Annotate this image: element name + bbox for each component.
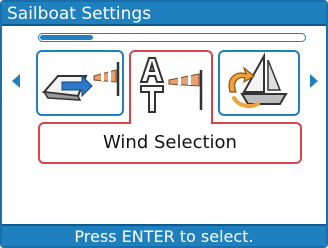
status-hint: Press ENTER to select. — [2, 224, 326, 246]
auto-true-wind-icon — [139, 57, 203, 113]
option-wind-selection[interactable] — [129, 50, 213, 124]
window-title: Sailboat Settings — [2, 2, 326, 26]
option-boat-windsock[interactable] — [36, 50, 124, 116]
scroll-right-arrow-icon[interactable] — [310, 74, 318, 88]
carousel-scrollbar[interactable] — [38, 33, 306, 42]
scrollbar-thumb[interactable] — [40, 35, 93, 40]
selected-option-label: Wind Selection — [38, 122, 302, 164]
boat-windsock-icon — [41, 62, 120, 101]
selection-connector — [131, 121, 211, 125]
option-boat-rotate[interactable] — [218, 50, 300, 116]
boat-rotate-icon — [228, 52, 288, 108]
sailboat-settings-window: Sailboat Settings Wind Selection Press E… — [0, 0, 328, 248]
scroll-left-arrow-icon[interactable] — [12, 74, 20, 88]
